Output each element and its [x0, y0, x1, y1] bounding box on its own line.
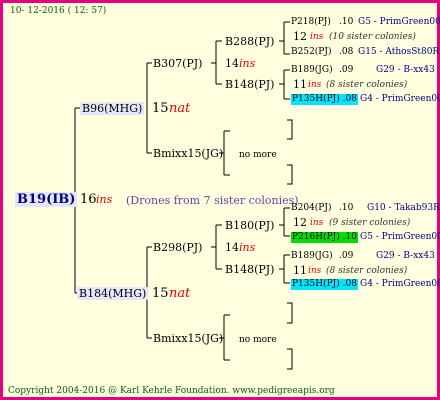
b288-label[interactable]: B288(PJ) [225, 36, 274, 47]
b180-info-note: (9 sister colonies) [329, 218, 411, 228]
dam-dam-label[interactable]: Bmixx15(JG) [153, 333, 223, 344]
sire-dam-label[interactable]: Bmixx15(JG) [153, 148, 223, 159]
pedigree-frame: 10- 12-2016 ( 12: 57) B19(IB) 16 ins (Dr… [0, 0, 440, 400]
b288-info-note: (10 sister colonies) [329, 32, 416, 42]
sire-queen-label[interactable]: B96(MHG) [80, 102, 145, 115]
b204-label[interactable]: B204(PJ) [291, 204, 331, 213]
b148-sire-side-info-note: (8 sister colonies) [326, 80, 408, 90]
b288-generation-number: 14 [225, 57, 239, 70]
b288-info-number: 12 [293, 30, 307, 43]
b180-label[interactable]: B180(PJ) [225, 220, 274, 231]
b204-dot: .10 [339, 203, 354, 213]
p135-dam-side-breeder[interactable]: G4 - PrimGreen00 [360, 280, 440, 289]
b148-sire-side-info-type: ins [308, 80, 322, 90]
sire-sire-label[interactable]: B307(PJ) [153, 58, 202, 69]
b180-mating-type: ins [239, 241, 256, 254]
b189-dam-side-breeder[interactable]: G29 - B-xx43 [376, 252, 435, 261]
print-date: 10- 12-2016 ( 12: 57) [10, 6, 107, 16]
b189-sire-side-breeder[interactable]: G29 - B-xx43 [376, 66, 435, 75]
p135-sire-side-label[interactable]: P135H(PJ) .08 [291, 94, 358, 105]
b252-breeder[interactable]: G15 - AthosSt80R [358, 48, 439, 57]
b148-dam-side-info-number: 11 [293, 264, 307, 277]
dam-sire-label[interactable]: B298(PJ) [153, 242, 202, 253]
b148-sire-side-info-number: 11 [293, 78, 307, 91]
p216-breeder[interactable]: G5 - PrimGreen00 [360, 233, 440, 242]
b189-dam-side-dot: .09 [339, 251, 354, 261]
p218-label[interactable]: P218(PJ) [291, 18, 331, 27]
b180-generation-number: 14 [225, 241, 239, 254]
root-generation-number: 16 [80, 192, 97, 207]
b288-info-type: ins [310, 32, 324, 42]
b189-dam-side-label[interactable]: B189(JG) [291, 252, 333, 261]
b148-dam-side-info-note: (8 sister colonies) [326, 266, 408, 276]
b180-info-type: ins [310, 218, 324, 228]
b189-sire-side-dot: .09 [339, 65, 354, 75]
dam-queen-label[interactable]: B184(MHG) [77, 287, 149, 300]
p135-sire-side-breeder[interactable]: G4 - PrimGreen00 [360, 95, 440, 104]
b252-label[interactable]: B252(PJ) [291, 48, 331, 57]
root-mating-type: ins [96, 193, 113, 206]
b288-mating-type: ins [239, 57, 256, 70]
sire-mating-type: nat [169, 101, 191, 116]
p216-label[interactable]: P216H(PJ) .10 [291, 232, 358, 243]
b252-dot: .08 [339, 47, 354, 57]
p218-dot: .10 [339, 17, 354, 27]
root-queen-label[interactable]: B19(IB) [15, 192, 78, 207]
b148-dam-side-label[interactable]: B148(PJ) [225, 264, 274, 275]
dam-dam-no-more: no more [239, 335, 277, 345]
b180-info-number: 12 [293, 216, 307, 229]
b189-sire-side-label[interactable]: B189(JG) [291, 66, 333, 75]
sire-dam-no-more: no more [239, 150, 277, 160]
root-drones-note: (Drones from 7 sister colonies) [126, 194, 299, 207]
b204-breeder[interactable]: G10 - Takab93R [367, 204, 440, 213]
b148-sire-side-label[interactable]: B148(PJ) [225, 79, 274, 90]
dam-mating-type: nat [169, 286, 191, 301]
p218-breeder[interactable]: G5 - PrimGreen00 [358, 18, 440, 27]
p135-dam-side-label[interactable]: P135H(PJ) .08 [291, 279, 358, 290]
sire-generation-number: 15 [152, 101, 169, 116]
b148-dam-side-info-type: ins [308, 266, 322, 276]
dam-generation-number: 15 [152, 286, 169, 301]
copyright-footer[interactable]: Copyright 2004-2016 @ Karl Kehrle Founda… [8, 387, 335, 396]
